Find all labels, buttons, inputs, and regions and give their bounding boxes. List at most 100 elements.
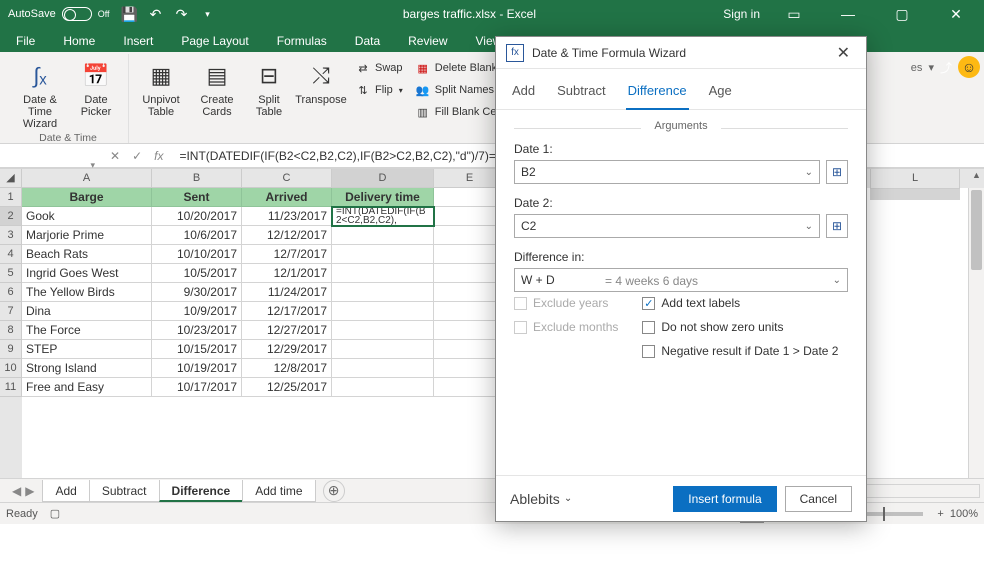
cancel-icon[interactable]: ✕ xyxy=(110,149,120,163)
share-icon[interactable]: ⤴ xyxy=(940,59,952,76)
cancel-button[interactable]: Cancel xyxy=(785,486,852,512)
sheettab-add[interactable]: Add xyxy=(42,480,89,502)
tab-file[interactable]: File xyxy=(2,30,49,52)
sheettab-difference[interactable]: Difference xyxy=(159,480,244,502)
rowhead-11[interactable]: 11 xyxy=(0,378,22,397)
cell-A8[interactable]: The Force xyxy=(22,321,152,340)
cell-D4[interactable] xyxy=(332,245,434,264)
cell-L11[interactable] xyxy=(870,199,960,200)
rowhead-10[interactable]: 10 xyxy=(0,359,22,378)
fx-icon[interactable]: fx xyxy=(154,149,163,163)
macro-record-icon[interactable]: ▢ xyxy=(50,507,60,520)
sheet-nav-prev-icon[interactable]: ◀ xyxy=(12,484,21,498)
cell-A2[interactable]: Gook xyxy=(22,207,152,226)
flip-button[interactable]: ⇅Flip ▾ xyxy=(351,80,407,100)
cell-C10[interactable]: 12/8/2017 xyxy=(242,359,332,378)
rowhead-5[interactable]: 5 xyxy=(0,264,22,283)
cell-C2[interactable]: 11/23/2017 xyxy=(242,207,332,226)
cell-A10[interactable]: Strong Island xyxy=(22,359,152,378)
zoom-in-icon[interactable]: + xyxy=(937,508,943,520)
cell-A7[interactable]: Dina xyxy=(22,302,152,321)
ribbon-options-icon[interactable]: ▭ xyxy=(774,0,814,28)
cell-D9[interactable] xyxy=(332,340,434,359)
colhead-b[interactable]: B xyxy=(152,169,242,188)
wizard-tab-add[interactable]: Add xyxy=(510,77,537,109)
maximize-icon[interactable]: ▢ xyxy=(882,0,922,28)
cell-A5[interactable]: Ingrid Goes West xyxy=(22,264,152,283)
unpivot-table-button[interactable]: ▦ Unpivot Table xyxy=(135,58,187,120)
cell-D7[interactable] xyxy=(332,302,434,321)
wizard-tab-subtract[interactable]: Subtract xyxy=(555,77,607,109)
no-zero-units-checkbox[interactable]: Do not show zero units xyxy=(642,320,838,334)
rowhead-3[interactable]: 3 xyxy=(0,226,22,245)
cell-D8[interactable] xyxy=(332,321,434,340)
cell-B8[interactable]: 10/23/2017 xyxy=(152,321,242,340)
qat-dropdown-icon[interactable]: ▾ xyxy=(200,6,216,22)
cell-B10[interactable]: 10/19/2017 xyxy=(152,359,242,378)
cell-C4[interactable]: 12/7/2017 xyxy=(242,245,332,264)
cell-B4[interactable]: 10/10/2017 xyxy=(152,245,242,264)
colhead-l[interactable]: L xyxy=(870,169,960,189)
cell-A11[interactable]: Free and Easy xyxy=(22,378,152,397)
date2-input[interactable]: C2⌄ xyxy=(514,214,820,238)
tab-review[interactable]: Review xyxy=(394,30,461,52)
cell-D5[interactable] xyxy=(332,264,434,283)
enter-icon[interactable]: ✓ xyxy=(132,149,142,163)
split-table-button[interactable]: ⊟ Split Table xyxy=(247,58,291,120)
cell-D1[interactable]: Delivery time xyxy=(332,188,434,207)
rowhead-8[interactable]: 8 xyxy=(0,321,22,340)
cell-B9[interactable]: 10/15/2017 xyxy=(152,340,242,359)
rowhead-6[interactable]: 6 xyxy=(0,283,22,302)
swap-button[interactable]: ⇄Swap xyxy=(351,58,407,78)
tab-data[interactable]: Data xyxy=(341,30,394,52)
cell-D6[interactable] xyxy=(332,283,434,302)
cell-B6[interactable]: 9/30/2017 xyxy=(152,283,242,302)
difference-in-select[interactable]: W + D = 4 weeks 6 days ⌄ xyxy=(514,268,848,292)
tab-pagelayout[interactable]: Page Layout xyxy=(167,30,262,52)
tab-formulas[interactable]: Formulas xyxy=(263,30,341,52)
date-picker-button[interactable]: 📅 Date Picker xyxy=(70,58,122,120)
date1-range-picker-icon[interactable]: ⊞ xyxy=(826,160,848,184)
date1-input[interactable]: B2⌄ xyxy=(514,160,820,184)
cell-B5[interactable]: 10/5/2017 xyxy=(152,264,242,283)
chevron-down-icon[interactable]: ⌄ xyxy=(833,275,841,286)
cell-B2[interactable]: 10/20/2017 xyxy=(152,207,242,226)
undo-icon[interactable]: ↶ xyxy=(148,6,164,22)
tab-home[interactable]: Home xyxy=(49,30,109,52)
cell-C8[interactable]: 12/27/2017 xyxy=(242,321,332,340)
select-all-cell[interactable]: ◢ xyxy=(0,169,22,188)
cell-D11[interactable] xyxy=(332,378,434,397)
scrollbar-thumb[interactable] xyxy=(971,190,982,270)
rowhead-4[interactable]: 4 xyxy=(0,245,22,264)
cell-A1[interactable]: Barge xyxy=(22,188,152,207)
transpose-button[interactable]: ⤭ Transpose xyxy=(295,58,347,108)
create-cards-button[interactable]: ▤ Create Cards xyxy=(191,58,243,120)
cell-D10[interactable] xyxy=(332,359,434,378)
cell-A3[interactable]: Marjorie Prime xyxy=(22,226,152,245)
cell-B7[interactable]: 10/9/2017 xyxy=(152,302,242,321)
cell-C1[interactable]: Arrived xyxy=(242,188,332,207)
cell-D2[interactable]: =INT(DATEDIF(IF(B2<C2,B2,C2), xyxy=(332,207,434,226)
autosave-switch-icon[interactable] xyxy=(62,7,92,21)
vertical-scrollbar[interactable]: ▲ xyxy=(968,188,984,478)
wizard-titlebar[interactable]: fx Date & Time Formula Wizard ✕ xyxy=(496,37,866,69)
cell-B1[interactable]: Sent xyxy=(152,188,242,207)
scroll-up-icon[interactable]: ▲ xyxy=(969,170,984,186)
cell-B11[interactable]: 10/17/2017 xyxy=(152,378,242,397)
cell-C11[interactable]: 12/25/2017 xyxy=(242,378,332,397)
tab-insert[interactable]: Insert xyxy=(109,30,167,52)
sheettab-subtract[interactable]: Subtract xyxy=(89,480,160,502)
colhead-d[interactable]: D xyxy=(332,169,434,188)
add-text-labels-checkbox[interactable]: ✓Add text labels xyxy=(642,296,838,310)
minimize-icon[interactable]: ― xyxy=(828,0,868,28)
chevron-down-icon[interactable]: ⌄ xyxy=(805,221,813,232)
autosave-toggle[interactable]: AutoSave Off xyxy=(8,7,110,21)
sheettab-addtime[interactable]: Add time xyxy=(242,480,315,502)
cell-B3[interactable]: 10/6/2017 xyxy=(152,226,242,245)
chevron-down-icon[interactable]: ⌄ xyxy=(805,167,813,178)
cell-A9[interactable]: STEP xyxy=(22,340,152,359)
new-sheet-button[interactable]: ⊕ xyxy=(323,480,345,502)
rowhead-1[interactable]: 1 xyxy=(0,188,22,207)
rowhead-2[interactable]: 2 xyxy=(0,207,22,226)
cell-C9[interactable]: 12/29/2017 xyxy=(242,340,332,359)
